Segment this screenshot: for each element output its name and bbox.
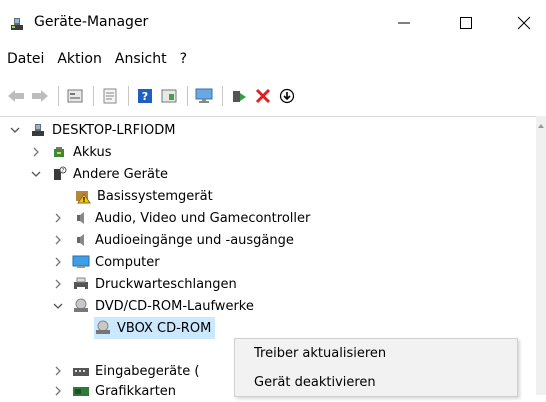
speaker-icon	[72, 210, 90, 226]
context-menu: Treiber aktualisieren Gerät deaktivieren	[234, 338, 518, 397]
properties-icon[interactable]	[64, 85, 86, 107]
tree-item-computer[interactable]: Computer	[52, 251, 160, 273]
chevron-right-icon[interactable]	[52, 385, 64, 397]
tree-item-label: VBOX CD-ROM	[117, 320, 212, 336]
scroll-up-arrow-icon[interactable]	[538, 124, 544, 128]
tree-item-label: Basissystemgerät	[97, 188, 213, 204]
tree-item-eingabegeraete[interactable]: Eingabegeräte (	[52, 360, 199, 382]
chevron-right-icon[interactable]	[52, 212, 64, 224]
menu-aktion[interactable]: Aktion	[51, 51, 108, 67]
tree-item-label: Audio, Video und Gamecontroller	[95, 210, 311, 226]
tree-item-druckwarteschlangen[interactable]: Druckwarteschlangen	[52, 273, 237, 295]
unknown-device-icon: ?	[50, 166, 68, 182]
toolbar-separator	[128, 86, 129, 106]
back-icon[interactable]	[5, 85, 27, 107]
toolbar-separator	[58, 86, 59, 106]
monitor-icon[interactable]	[193, 85, 215, 107]
computer-tree-icon	[29, 122, 47, 138]
graphics-card-icon	[72, 383, 90, 399]
tree-item-label: Akkus	[73, 144, 112, 160]
menu-help[interactable]: ?	[174, 51, 193, 67]
tree-item-label: Audioeingänge und -ausgänge	[95, 232, 294, 248]
warning-device-icon: !	[74, 188, 92, 204]
uninstall-icon[interactable]	[252, 85, 274, 107]
tree-item-vbox-cd-rom[interactable]: VBOX CD-ROM	[94, 317, 216, 339]
toolbar-separator	[93, 86, 94, 106]
monitor-tree-icon	[72, 254, 90, 270]
minimize-button[interactable]	[384, 8, 424, 38]
tree-item-audio-video[interactable]: Audio, Video und Gamecontroller	[52, 207, 310, 229]
chevron-right-icon[interactable]	[30, 146, 42, 158]
tree-root[interactable]: DESKTOP-LRFIODM	[9, 119, 175, 141]
chevron-right-icon[interactable]	[52, 234, 64, 246]
keyboard-icon	[72, 363, 90, 379]
tree-item-label: DVD/CD-ROM-Laufwerke	[95, 298, 254, 314]
tree-root-label: DESKTOP-LRFIODM	[52, 122, 176, 138]
svg-text:?: ?	[142, 90, 148, 103]
view-icon[interactable]	[158, 85, 180, 107]
toolbar-separator	[187, 86, 188, 106]
svg-text:?: ?	[62, 168, 65, 174]
speaker-icon	[72, 232, 90, 248]
tree-item-label: Eingabegeräte (	[95, 363, 200, 379]
tree-item-label: Computer	[95, 254, 160, 270]
tree-item-label: Andere Geräte	[73, 166, 169, 182]
battery-icon	[50, 144, 68, 160]
cd-drive-icon	[72, 298, 90, 314]
vertical-scrollbar[interactable]	[536, 116, 546, 395]
window-title: Geräte-Manager	[34, 14, 149, 30]
forward-icon[interactable]	[29, 85, 51, 107]
chevron-down-icon[interactable]	[9, 124, 21, 136]
chevron-down-icon[interactable]	[30, 168, 42, 180]
help-icon[interactable]: ?	[134, 85, 156, 107]
title-bar: Geräte-Manager	[0, 0, 546, 44]
menu-datei[interactable]: Datei	[1, 51, 50, 67]
maximize-button[interactable]	[446, 8, 486, 38]
tree-item-andere-geraete[interactable]: ? Andere Geräte	[30, 163, 168, 185]
chevron-right-icon[interactable]	[52, 365, 64, 377]
tree-item-dvd-cd-rom[interactable]: DVD/CD-ROM-Laufwerke	[52, 295, 254, 317]
menu-ansicht[interactable]: Ansicht	[109, 51, 173, 67]
tree-item-akkus[interactable]: Akkus	[30, 141, 112, 163]
toolbar-separator	[222, 86, 223, 106]
menu-bar: Datei Aktion Ansicht ?	[0, 44, 546, 74]
tree-item-audioeingaenge[interactable]: Audioeingänge und -ausgänge	[52, 229, 294, 251]
svg-text:!: !	[82, 196, 85, 204]
details-icon[interactable]	[99, 85, 121, 107]
close-button[interactable]	[504, 8, 544, 38]
disable-icon[interactable]	[276, 85, 298, 107]
tree-item-basissystemgeraet[interactable]: ! Basissystemgerät	[74, 185, 213, 207]
tree-item-label: Grafikkarten	[95, 383, 177, 399]
chevron-right-icon[interactable]	[52, 278, 64, 290]
update-driver-icon[interactable]	[228, 85, 250, 107]
menu-item-disable-device[interactable]: Gerät deaktivieren	[254, 375, 376, 390]
tree-item-label: Druckwarteschlangen	[95, 276, 237, 292]
tree-item-grafikkarten[interactable]: Grafikkarten	[52, 380, 176, 402]
chevron-right-icon[interactable]	[52, 256, 64, 268]
toolbar: ?	[0, 80, 546, 112]
chevron-down-icon[interactable]	[52, 300, 64, 312]
device-manager-icon	[9, 16, 25, 32]
menu-item-update-driver[interactable]: Treiber aktualisieren	[254, 346, 386, 361]
cd-drive-icon	[94, 320, 112, 336]
printer-icon	[72, 276, 90, 292]
